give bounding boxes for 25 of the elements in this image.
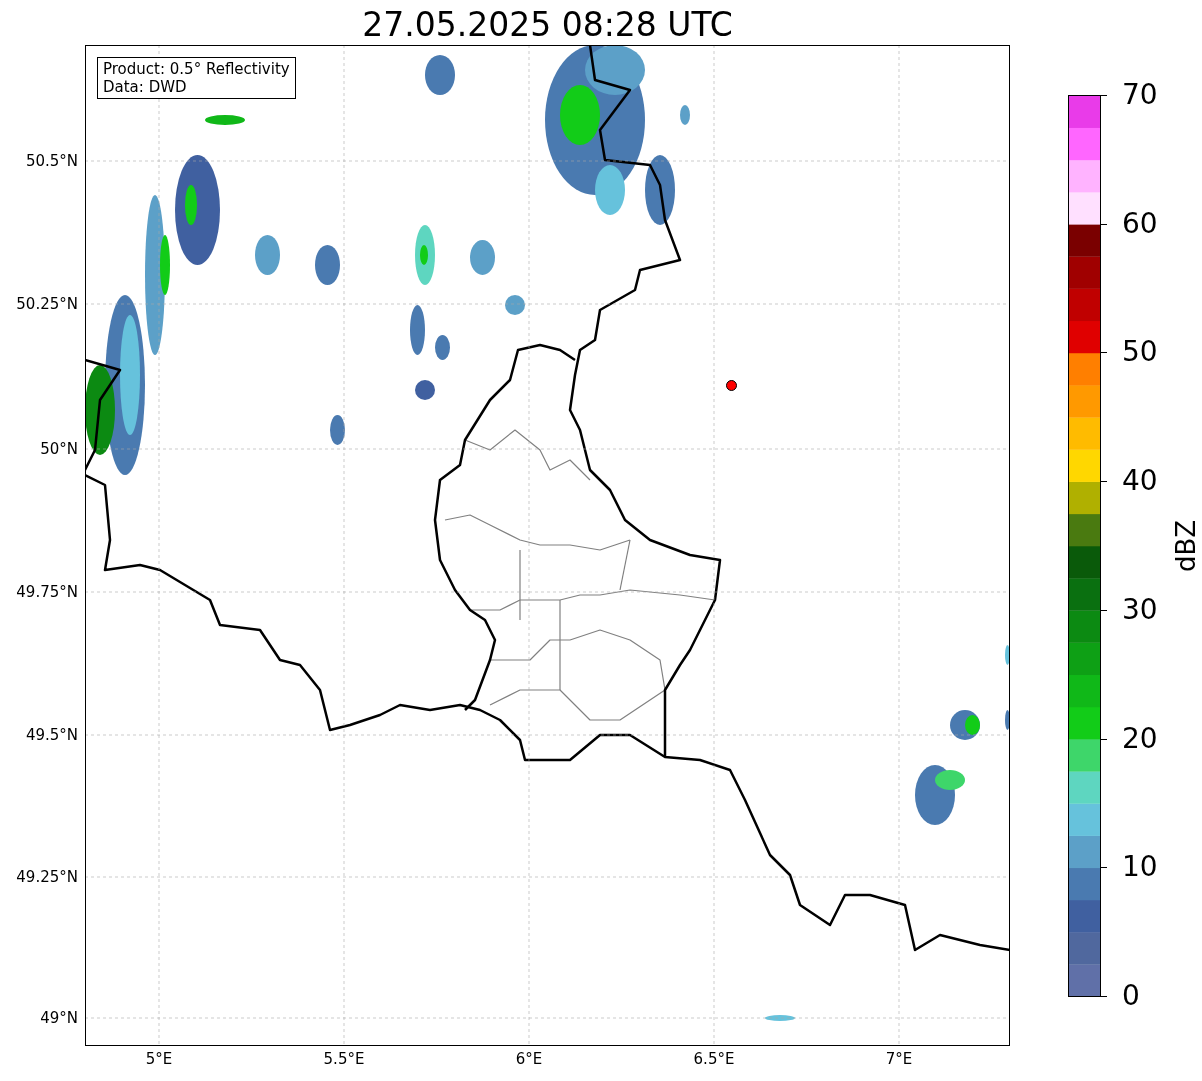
colorbar-tick-label: 10 xyxy=(1122,851,1158,884)
colorbar-label: dBZ xyxy=(1170,519,1202,573)
axis-tick-label: 49°N xyxy=(39,1009,78,1027)
colorbar-tick-label: 0 xyxy=(1122,980,1140,1012)
axis-tick-label: 50.5°N xyxy=(24,152,78,170)
colorbar-tick-label: 70 xyxy=(1122,79,1158,111)
colorbar-tick-label: 60 xyxy=(1122,207,1158,240)
colorbar-tick-label: 40 xyxy=(1122,465,1158,498)
axis-tick-label: 6.5°E xyxy=(692,1050,736,1068)
axis-tick-label: 49.75°N xyxy=(15,583,78,601)
axis-tick-label: 5°E xyxy=(144,1050,174,1068)
axis-tick-label: 6°E xyxy=(514,1050,544,1068)
colorbar-tick-label: 20 xyxy=(1122,722,1158,755)
axis-tick-label: 49.5°N xyxy=(24,726,78,744)
chart-title: 27.05.2025 08:28 UTC xyxy=(361,4,734,46)
axis-tick-label: 50°N xyxy=(39,440,78,458)
colorbar-tick-label: 30 xyxy=(1122,593,1158,626)
axis-tick-label: 49.25°N xyxy=(15,868,78,886)
axis-tick-label: 50.25°N xyxy=(15,295,78,313)
axis-tick-label: 7°E xyxy=(884,1050,914,1068)
axis-tick-label: 5.5°E xyxy=(322,1050,366,1068)
colorbar-tick-label: 50 xyxy=(1122,336,1158,369)
location-marker-icon xyxy=(726,380,737,391)
info-text: Data: DWD xyxy=(103,78,188,96)
info-text: Product: 0.5° Reflectivity xyxy=(103,60,290,78)
